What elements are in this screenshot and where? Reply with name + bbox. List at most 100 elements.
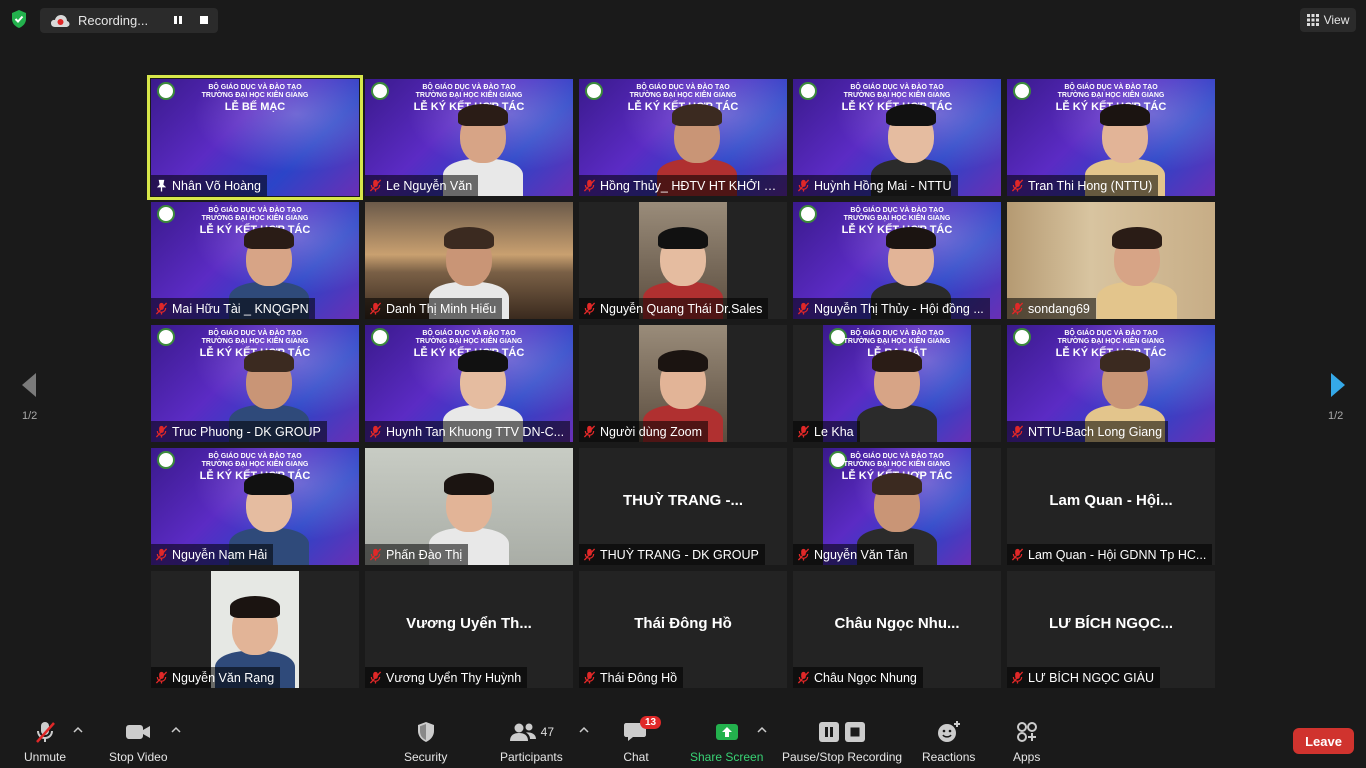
participant-name-tag: Le Nguyễn Văn [365, 175, 479, 196]
participant-video-tile[interactable]: Danh Thị Minh Hiếu [365, 202, 573, 319]
university-logo-icon [799, 82, 817, 100]
university-logo-icon [371, 328, 389, 346]
participant-video-tile[interactable]: BỘ GIÁO DỤC VÀ ĐÀO TẠO TRƯỜNG ĐẠI HỌC KI… [793, 79, 1001, 196]
mic-muted-icon [583, 302, 596, 315]
participant-name-tag: Huynh Tan Khuong TTV DN-C... [365, 421, 571, 442]
participant-name-tag: Người dùng Zoom [579, 421, 709, 442]
stop-video-button[interactable]: Stop Video [109, 720, 168, 764]
participant-video-tile[interactable]: BỘ GIÁO DỤC VÀ ĐÀO TẠO TRƯỜNG ĐẠI HỌC KI… [793, 448, 1001, 565]
slide-university-text: TRƯỜNG ĐẠI HỌC KIÊN GIANG [201, 461, 309, 468]
participants-label: Participants [500, 750, 563, 764]
leave-button[interactable]: Leave [1293, 728, 1354, 754]
participant-name-tag: Nguyễn Văn Tân [793, 544, 914, 565]
previous-page-icon[interactable] [19, 372, 39, 398]
chat-unread-badge: 13 [640, 716, 662, 729]
video-options-chevron-icon[interactable] [171, 726, 181, 734]
share-screen-button[interactable]: Share Screen [690, 720, 763, 764]
slide-ministry-text: BỘ GIÁO DỤC VÀ ĐÀO TẠO [208, 330, 302, 337]
university-logo-icon [1013, 328, 1031, 346]
slide-ministry-text: BỘ GIÁO DỤC VÀ ĐÀO TẠO [208, 207, 302, 214]
slide-university-text: TRƯỜNG ĐẠI HỌC KIÊN GIANG [843, 92, 951, 99]
participant-name-tag: Nguyễn Quang Thái Dr.Sales [579, 298, 769, 319]
security-label: Security [404, 750, 448, 764]
participant-video-tile[interactable]: Người dùng Zoom [579, 325, 787, 442]
participant-video-tile[interactable]: Phấn Đào Thị [365, 448, 573, 565]
participant-video-tile[interactable]: BỘ GIÁO DỤC VÀ ĐÀO TẠO TRƯỜNG ĐẠI HỌC KI… [793, 202, 1001, 319]
participant-name-tag: Truc Phuong - DK GROUP [151, 421, 327, 442]
participant-video-tile[interactable]: BỘ GIÁO DỤC VÀ ĐÀO TẠO TRƯỜNG ĐẠI HỌC KI… [1007, 325, 1215, 442]
mic-muted-icon [369, 548, 382, 561]
participant-video-tile[interactable]: THUỲ TRANG -... THUỲ TRANG - DK GROUP [579, 448, 787, 565]
mic-muted-icon [1011, 302, 1024, 315]
audio-options-chevron-icon[interactable] [73, 726, 83, 734]
participant-name-tag: Le Kha [793, 421, 860, 442]
slide-university-text: TRƯỜNG ĐẠI HỌC KIÊN GIANG [201, 215, 309, 222]
participant-name: Huỳnh Hồng Mai - NTTU [814, 178, 952, 193]
participant-name-tag: Nhân Võ Hoàng [151, 175, 267, 196]
participant-name-tag: Phấn Đào Thị [365, 544, 469, 565]
stop-recording-button[interactable] [196, 12, 212, 28]
security-button[interactable]: Security [404, 720, 447, 764]
university-logo-icon [829, 451, 847, 469]
apps-button[interactable]: Apps [1013, 720, 1040, 764]
participant-video-tile[interactable]: BỘ GIÁO DỤC VÀ ĐÀO TẠO TRƯỜNG ĐẠI HỌC KI… [365, 325, 573, 442]
slide-university-text: TRƯỜNG ĐẠI HỌC KIÊN GIANG [415, 92, 523, 99]
pin-icon [156, 179, 167, 192]
unmute-button[interactable]: Unmute [24, 720, 66, 764]
university-logo-icon [157, 328, 175, 346]
university-logo-icon [157, 205, 175, 223]
pause-recording-button[interactable] [170, 12, 186, 28]
unmute-label: Unmute [24, 750, 67, 764]
view-label: View [1323, 13, 1350, 27]
slide-ministry-text: BỘ GIÁO DỤC VÀ ĐÀO TẠO [850, 207, 944, 214]
shield-check-icon[interactable] [9, 9, 29, 29]
participant-display-name: Thái Đông Hồ [634, 615, 732, 632]
university-logo-icon [829, 328, 847, 346]
participant-video-tile[interactable]: BỘ GIÁO DỤC VÀ ĐÀO TẠO TRƯỜNG ĐẠI HỌC KI… [147, 75, 363, 200]
participant-display-name: Châu Ngọc Nhu... [834, 615, 960, 632]
participant-video-tile[interactable]: BỘ GIÁO DỤC VÀ ĐÀO TẠO TRƯỜNG ĐẠI HỌC KI… [793, 325, 1001, 442]
smiley-plus-icon [937, 721, 960, 742]
slide-university-text: TRƯỜNG ĐẠI HỌC KIÊN GIANG [843, 215, 951, 222]
participant-video-tile[interactable]: Lam Quan - Hội... Lam Quan - Hội GDNN Tp … [1007, 448, 1215, 565]
participant-name-tag: Huỳnh Hồng Mai - NTTU [793, 175, 958, 196]
participant-video-tile[interactable]: BỘ GIÁO DỤC VÀ ĐÀO TẠO TRƯỜNG ĐẠI HỌC KI… [365, 79, 573, 196]
pause-stop-recording-button[interactable]: Pause/Stop Recording [782, 720, 902, 764]
participant-name: LƯ BÍCH NGỌC GIÀU [1028, 670, 1154, 685]
participants-count: 47 [540, 725, 555, 739]
apps-icon [1016, 722, 1037, 742]
participant-name-tag: sondang69 [1007, 298, 1096, 319]
participant-video-tile[interactable]: BỘ GIÁO DỤC VÀ ĐÀO TẠO TRƯỜNG ĐẠI HỌC KI… [151, 448, 359, 565]
participant-name-tag: Nguyễn Văn Rạng [151, 667, 281, 688]
participant-video-tile[interactable]: BỘ GIÁO DỤC VÀ ĐÀO TẠO TRƯỜNG ĐẠI HỌC KI… [1007, 79, 1215, 196]
participant-video-tile[interactable]: BỘ GIÁO DỤC VÀ ĐÀO TẠO TRƯỜNG ĐẠI HỌC KI… [151, 202, 359, 319]
participant-video-tile[interactable]: LƯ BÍCH NGỌC... LƯ BÍCH NGỌC GIÀU [1007, 571, 1215, 688]
mic-muted-icon [369, 425, 382, 438]
participant-video-tile[interactable]: BỘ GIÁO DỤC VÀ ĐÀO TẠO TRƯỜNG ĐẠI HỌC KI… [579, 79, 787, 196]
participant-video-tile[interactable]: Châu Ngọc Nhu... Châu Ngọc Nhung [793, 571, 1001, 688]
participant-name: Tran Thi Hong (NTTU) [1028, 178, 1153, 193]
mic-muted-icon [797, 302, 810, 315]
meeting-toolbar: Unmute Stop Video Security 47 Participan… [0, 712, 1366, 768]
participant-video-tile[interactable]: Vương Uyển Th... Vương Uyển Thy Huỳnh [365, 571, 573, 688]
participants-options-chevron-icon[interactable] [579, 726, 589, 734]
reactions-label: Reactions [922, 750, 976, 764]
view-button[interactable]: View [1300, 8, 1356, 32]
slide-ministry-text: BỘ GIÁO DỤC VÀ ĐÀO TẠO [422, 330, 516, 337]
participant-video-tile[interactable]: sondang69 [1007, 202, 1215, 319]
share-options-chevron-icon[interactable] [757, 726, 767, 734]
participants-button[interactable]: 47 Participants [500, 720, 563, 764]
security-shield-icon [417, 722, 434, 742]
reactions-button[interactable]: Reactions [922, 720, 975, 764]
participant-name: THUỲ TRANG - DK GROUP [600, 547, 759, 562]
participant-video-tile[interactable]: Nguyễn Quang Thái Dr.Sales [579, 202, 787, 319]
slide-university-text: TRƯỜNG ĐẠI HỌC KIÊN GIANG [843, 461, 951, 468]
participant-video-tile[interactable]: Thái Đông Hồ Thái Đông Hồ [579, 571, 787, 688]
participant-name: Lam Quan - Hội GDNN Tp HC... [1028, 547, 1207, 562]
participant-video-tile[interactable]: BỘ GIÁO DỤC VÀ ĐÀO TẠO TRƯỜNG ĐẠI HỌC KI… [151, 325, 359, 442]
slide-university-text: TRƯỜNG ĐẠI HỌC KIÊN GIANG [415, 338, 523, 345]
next-page-icon[interactable] [1328, 372, 1348, 398]
participant-video-tile[interactable]: Nguyễn Văn Rạng [151, 571, 359, 688]
participant-name-tag: Danh Thị Minh Hiếu [365, 298, 503, 319]
cloud-record-icon [51, 14, 70, 27]
